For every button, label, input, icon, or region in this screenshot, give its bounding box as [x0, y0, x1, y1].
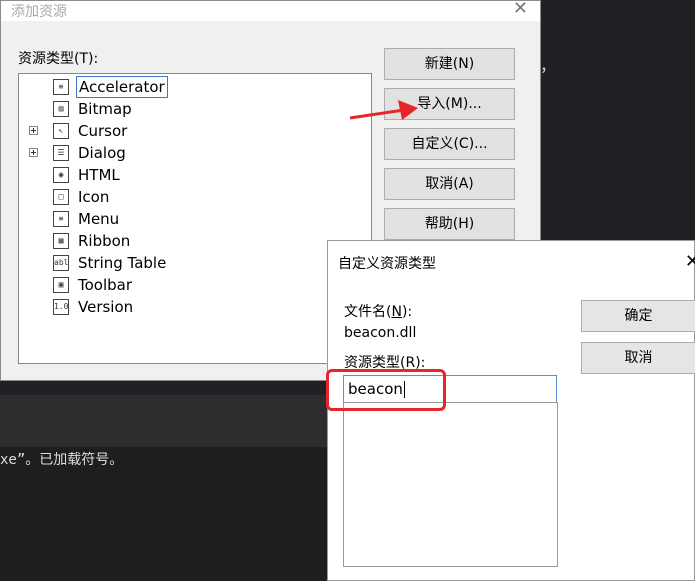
- filename-value: beacon.dll: [344, 325, 417, 341]
- string-table-icon: abl: [53, 255, 69, 271]
- tree-item-label: Ribbon: [78, 232, 131, 250]
- tree-item-label: Version: [78, 298, 134, 316]
- close-icon[interactable]: ✕: [513, 0, 528, 19]
- expand-plus-icon[interactable]: [29, 126, 38, 135]
- cursor-icon: ↖: [53, 123, 69, 139]
- custom-type-titlebar: 自定义资源类型 ✕: [328, 241, 695, 285]
- close-icon[interactable]: ✕: [685, 251, 695, 272]
- icon-resource-icon: □: [53, 189, 69, 205]
- tree-item-label: String Table: [78, 254, 167, 272]
- ok-button[interactable]: 确定: [581, 300, 695, 332]
- output-text: xe”。已加载符号。: [0, 452, 124, 468]
- tree-item-label: Dialog: [78, 144, 126, 162]
- dialog-icon: ☰: [53, 145, 69, 161]
- ribbon-icon: ▦: [53, 233, 69, 249]
- tree-item-label: Toolbar: [78, 276, 133, 294]
- tree-item-label: HTML: [78, 166, 120, 184]
- html-icon: ◉: [53, 167, 69, 183]
- annotation-highlight-box: [326, 369, 446, 411]
- dialog-title: 添加资源: [11, 4, 67, 20]
- dialog-title: 自定义资源类型: [338, 256, 436, 272]
- help-button[interactable]: 帮助(H): [384, 208, 515, 240]
- resource-type-list[interactable]: [343, 402, 558, 567]
- editor-stray-char: ，: [540, 56, 557, 75]
- tree-item-label: Cursor: [78, 122, 128, 140]
- version-icon: 1.0: [53, 299, 69, 315]
- accelerator-icon: ≡: [53, 79, 69, 95]
- tree-item-label: Accelerator: [76, 76, 168, 98]
- tree-item-label: Menu: [78, 210, 120, 228]
- add-resource-titlebar: 添加资源 ✕: [1, 0, 540, 21]
- expand-plus-icon[interactable]: [29, 148, 38, 157]
- tree-item-label: Bitmap: [78, 100, 132, 118]
- cancel-button[interactable]: 取消(A): [384, 168, 515, 200]
- bitmap-icon: ▨: [53, 101, 69, 117]
- filename-label: 文件名(N):: [344, 304, 413, 320]
- new-button[interactable]: 新建(N): [384, 48, 515, 80]
- custom-button[interactable]: 自定义(C)...: [384, 128, 515, 160]
- tree-item-label: Icon: [78, 188, 110, 206]
- resource-type-label: 资源类型(T):: [18, 51, 99, 67]
- cancel-button[interactable]: 取消: [581, 342, 695, 374]
- annotation-arrow-icon: [349, 100, 418, 120]
- toolbar-icon: ▣: [53, 277, 69, 293]
- menu-icon: ≡: [53, 211, 69, 227]
- resource-type-tree[interactable]: ≡ Accelerator ▨ Bitmap ↖ Cursor ☰ Dialog ◉ HTML □ I…: [18, 73, 372, 364]
